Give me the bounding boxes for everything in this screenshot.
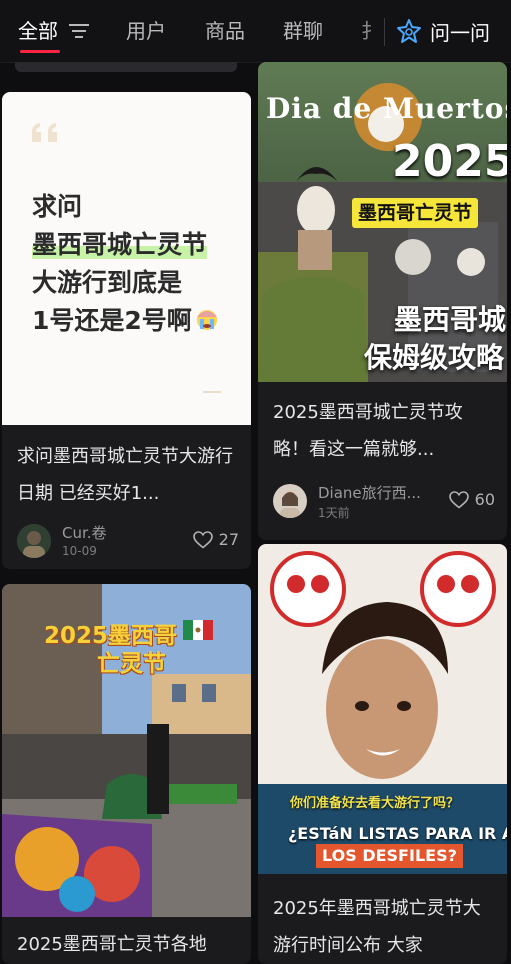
cover-line-3: 大游行到底是 bbox=[32, 268, 183, 297]
cover-dash bbox=[203, 391, 221, 393]
card-4-title: 2025年墨西哥城亡灵节大游行时间公布 大家 bbox=[273, 898, 481, 956]
cover-line-4-text: 1号还是2号啊 bbox=[32, 306, 192, 335]
card-3-cover: 2025墨西哥 亡灵节 bbox=[2, 584, 251, 917]
top-tab-bar: 全部 用户 商品 群聊 扌 问一问 bbox=[0, 0, 511, 63]
like-button[interactable]: 60 bbox=[448, 490, 495, 509]
avatar[interactable] bbox=[17, 524, 51, 558]
card-2-cover: Dia de Muertos 2025 墨西哥亡灵节 墨西哥城 保姆级攻略 bbox=[258, 62, 507, 382]
quote-mark-icon bbox=[32, 123, 57, 142]
active-tab-indicator bbox=[20, 50, 60, 53]
avatar[interactable] bbox=[273, 484, 307, 518]
subtitle-cn: 你们准备好去看大游行了吗？ bbox=[290, 796, 460, 811]
crying-emoji-icon bbox=[196, 310, 217, 330]
post-date: 10-09 bbox=[62, 544, 97, 558]
cover-title: Dia de Muertos bbox=[266, 92, 507, 125]
author-name[interactable]: Diane旅行西... bbox=[318, 482, 421, 503]
cover-banner: 墨西哥亡灵节 bbox=[352, 198, 479, 228]
tab-users[interactable]: 用户 bbox=[126, 16, 166, 46]
heart-icon bbox=[448, 490, 469, 509]
cover-line-1: 墨西哥城 bbox=[394, 303, 507, 336]
card-4-cover: 你们准备好去看大游行了吗？ ¿ESTáN LISTAS PARA IR A LO… bbox=[258, 544, 507, 874]
mexico-flag-icon bbox=[183, 620, 213, 640]
card-2-meta: Diane旅行西... 1天前 60 bbox=[273, 480, 495, 520]
card-2-title: 2025墨西哥城亡灵节攻略！看这一篇就够... bbox=[273, 402, 463, 460]
previous-card-remnant bbox=[15, 62, 237, 72]
cover-line-2: 亡灵节 bbox=[97, 651, 166, 677]
tab-all[interactable]: 全部 bbox=[18, 16, 58, 46]
subtitle-es-1: ¿ESTáN LISTAS PARA IR A bbox=[288, 824, 507, 843]
note-card-1[interactable]: 求问 墨西哥城亡灵节 大游行到底是 1号还是2号啊 求问墨西哥城亡灵节大游行日期… bbox=[2, 92, 251, 569]
note-card-4[interactable]: 你们准备好去看大游行了吗？ ¿ESTáN LISTAS PARA IR A LO… bbox=[258, 544, 507, 964]
note-card-2[interactable]: Dia de Muertos 2025 墨西哥亡灵节 墨西哥城 保姆级攻略 20… bbox=[258, 62, 507, 540]
cover-line-2: 墨西哥城亡灵节 bbox=[32, 226, 208, 264]
cover-line-2: 保姆级攻略 bbox=[364, 341, 505, 374]
card-1-cover: 求问 墨西哥城亡灵节 大游行到底是 1号还是2号啊 bbox=[2, 92, 251, 425]
cover-line-1: 求问 bbox=[32, 192, 83, 221]
card-1-meta: Cur.卷 10-09 27 bbox=[17, 520, 239, 560]
ask-label: 问一问 bbox=[430, 20, 490, 45]
card-1-title: 求问墨西哥城亡灵节大游行日期 已经买好1... bbox=[17, 446, 233, 504]
subtitle-es-2: LOS DESFILES? bbox=[316, 844, 463, 868]
like-button[interactable]: 27 bbox=[192, 530, 239, 549]
card-3-title: 2025墨西哥亡灵节各地 bbox=[17, 934, 207, 955]
sparkle-star-icon bbox=[397, 19, 421, 43]
heart-icon bbox=[192, 530, 213, 549]
like-count: 60 bbox=[474, 490, 495, 509]
ask-button[interactable]: 问一问 bbox=[396, 14, 490, 48]
author-name[interactable]: Cur.卷 bbox=[62, 522, 107, 543]
tab-groups[interactable]: 群聊 bbox=[283, 16, 323, 46]
tab-divider bbox=[384, 18, 385, 46]
cover-line-2-text: 墨西哥城亡灵节 bbox=[32, 230, 208, 259]
filter-icon[interactable] bbox=[69, 23, 89, 39]
like-count: 27 bbox=[218, 530, 239, 549]
tab-products[interactable]: 商品 bbox=[205, 16, 245, 46]
post-date: 1天前 bbox=[318, 506, 350, 520]
tab-partial[interactable]: 扌 bbox=[361, 16, 377, 46]
cover-year: 2025 bbox=[392, 136, 507, 187]
note-card-3[interactable]: 2025墨西哥 亡灵节 2025墨西哥亡灵节各地 bbox=[2, 584, 251, 964]
cover-line-4: 1号还是2号啊 bbox=[32, 302, 220, 340]
